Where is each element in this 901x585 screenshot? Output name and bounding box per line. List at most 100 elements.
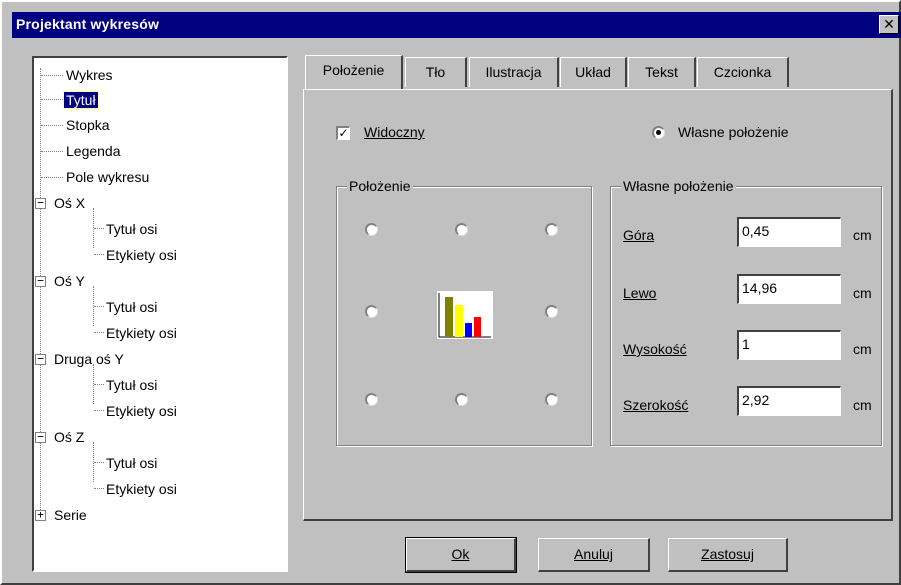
custom-position-group-title: Własne położenie (621, 178, 736, 194)
tree-item-os-y-tytul[interactable]: Tytuł osi (104, 296, 159, 318)
tree-item-label: Oś Y (54, 273, 85, 289)
position-group-title: Położenie (347, 178, 413, 194)
position-group: Położenie (336, 178, 592, 446)
expand-icon[interactable]: + (35, 509, 46, 521)
cancel-button[interactable]: Anuluj (538, 538, 650, 572)
tab-tlo[interactable]: Tło (405, 57, 467, 87)
width-field-label: Szerokość (623, 397, 688, 413)
tree-item-os-y[interactable]: Oś Y (52, 270, 87, 292)
custom-position-radio-label: Własne położenie (678, 124, 789, 140)
tab-label: Ilustracja (485, 64, 542, 80)
position-middle-left-radio[interactable] (365, 305, 378, 318)
tree-item-label: Wykres (66, 67, 113, 83)
width-field-unit: cm (853, 397, 872, 413)
window-title: Projektant wykresów (16, 16, 160, 32)
height-field-input[interactable]: 1 (737, 330, 841, 360)
tree-connector (94, 332, 104, 333)
position-top-center-radio[interactable] (455, 223, 468, 236)
tree-item-legenda[interactable]: Legenda (64, 140, 123, 162)
tree-connector (94, 254, 104, 255)
tree-item-os-x-etykiety[interactable]: Etykiety osi (104, 244, 179, 266)
element-tree[interactable]: − − − − + Wykres Tytuł Stopka Legenda Po… (32, 56, 288, 572)
tab-label: Czcionka (713, 64, 772, 80)
left-field-input[interactable]: 14,96 (737, 274, 841, 304)
tree-item-druga-os-y-tytul[interactable]: Tytuł osi (104, 374, 159, 396)
tab-polozenie[interactable]: Położenie (305, 55, 403, 89)
collapse-icon[interactable]: − (35, 197, 46, 209)
visible-checkbox[interactable]: ✓ (336, 126, 350, 140)
tree-item-label: Oś Z (54, 429, 85, 445)
tree-item-label: Pole wykresu (66, 169, 150, 185)
width-field-input[interactable]: 2,92 (737, 386, 841, 416)
tree-item-druga-os-y[interactable]: Druga oś Y (52, 348, 126, 370)
tree-item-label: Etykiety osi (106, 247, 177, 263)
tree-connector (94, 462, 104, 463)
tree-connector (94, 410, 104, 411)
tab-label: Położenie (322, 62, 385, 78)
position-bottom-left-radio[interactable] (365, 393, 378, 406)
visible-label: Widoczny (364, 124, 425, 140)
tree-item-os-y-etykiety[interactable]: Etykiety osi (104, 322, 179, 344)
position-bottom-right-radio[interactable] (545, 393, 558, 406)
position-top-right-radio[interactable] (545, 223, 558, 236)
tree-item-label: Oś X (54, 195, 86, 211)
left-field-label: Lewo (623, 285, 656, 301)
position-middle-right-radio[interactable] (545, 305, 558, 318)
chart-icon-bar (465, 323, 472, 337)
tree-item-os-x-tytul[interactable]: Tytuł osi (104, 218, 159, 240)
apply-button[interactable]: Zastosuj (668, 538, 788, 572)
height-field-unit: cm (853, 341, 872, 357)
tree-connector (94, 228, 104, 229)
tree-item-pole-wykresu[interactable]: Pole wykresu (64, 166, 151, 188)
apply-button-label: Zastosuj (701, 546, 754, 562)
top-field-label: Góra (623, 227, 654, 243)
tree-connector (40, 68, 41, 198)
tree-item-serie[interactable]: Serie (52, 504, 89, 526)
tab-ilustracja[interactable]: Ilustracja (469, 57, 559, 87)
custom-position-group: Własne położenie Góra 0,45 cm Lewo 14,96… (610, 178, 882, 446)
position-top-left-radio[interactable] (365, 223, 378, 236)
tree-item-label: Etykiety osi (106, 325, 177, 341)
tree-connector (41, 151, 63, 152)
tab-tekst[interactable]: Tekst (628, 57, 696, 87)
tab-uklad[interactable]: Układ (560, 57, 627, 87)
tree-connector (41, 99, 63, 100)
tree-item-os-z-tytul[interactable]: Tytuł osi (104, 452, 159, 474)
tree-item-os-x[interactable]: Oś X (52, 192, 87, 214)
tree-item-wykres[interactable]: Wykres (64, 64, 115, 86)
tree-item-druga-os-y-etykiety[interactable]: Etykiety osi (104, 400, 179, 422)
title-bar: Projektant wykresów ✕ (12, 12, 901, 38)
tab-label: Tekst (645, 64, 678, 80)
collapse-icon[interactable]: − (35, 353, 46, 365)
position-bottom-center-radio[interactable] (455, 393, 468, 406)
top-field-unit: cm (853, 227, 872, 243)
cancel-button-label: Anuluj (574, 546, 613, 562)
field-label-text: Wysokość (623, 341, 687, 357)
custom-position-radio[interactable] (652, 126, 665, 139)
tab-label: Tło (425, 64, 446, 80)
tree-item-os-z-etykiety[interactable]: Etykiety osi (104, 478, 179, 500)
tree-item-os-z[interactable]: Oś Z (52, 426, 86, 448)
tree-item-label: Tytuł osi (106, 299, 158, 315)
tree-item-stopka[interactable]: Stopka (64, 114, 112, 136)
collapse-icon[interactable]: − (35, 431, 46, 443)
ok-button[interactable]: Ok (405, 537, 517, 573)
height-field-label: Wysokość (623, 341, 687, 357)
ok-button-label: Ok (451, 546, 470, 562)
tree-connector (41, 125, 63, 126)
tree-item-label: Tytuł osi (106, 455, 158, 471)
field-label-text: Góra (623, 227, 655, 243)
tree-connector (41, 75, 63, 76)
close-icon: ✕ (883, 16, 895, 32)
close-button[interactable]: ✕ (879, 15, 899, 34)
field-label-text: Szerokość (623, 397, 689, 413)
tab-label: Układ (575, 64, 611, 80)
tree-item-tytul[interactable]: Tytuł (63, 89, 99, 111)
chart-designer-window: Projektant wykresów ✕ − − − − + Wykres T… (0, 0, 901, 585)
top-field-input[interactable]: 0,45 (737, 217, 841, 247)
tab-czcionka[interactable]: Czcionka (697, 57, 789, 87)
tree-item-label: Serie (54, 507, 87, 523)
collapse-icon[interactable]: − (35, 275, 46, 287)
chart-icon-bar (455, 305, 463, 337)
tree-item-label: Legenda (66, 143, 121, 159)
